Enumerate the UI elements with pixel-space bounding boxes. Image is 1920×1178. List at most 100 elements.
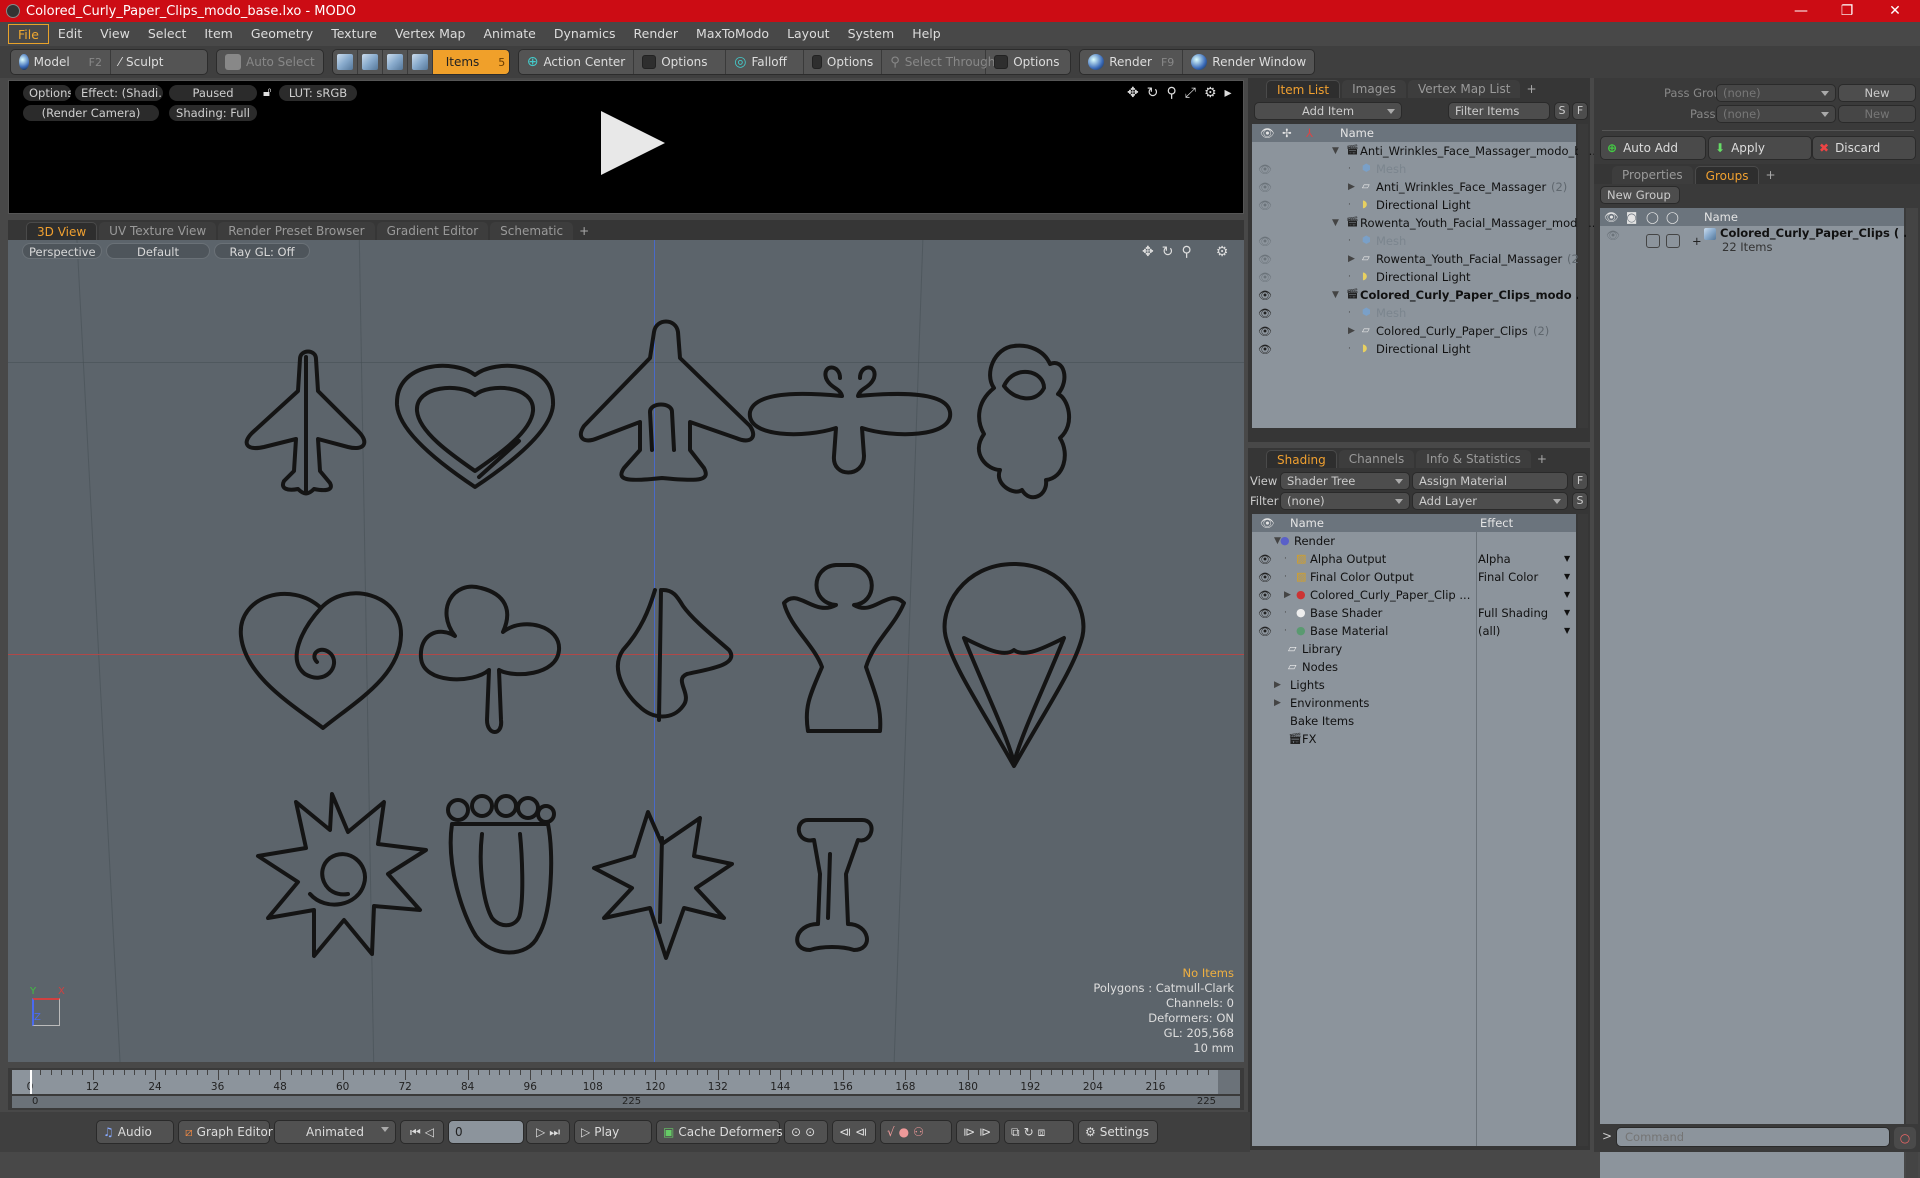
tab-shading[interactable]: Shading (1266, 450, 1337, 468)
go-to-start-icon[interactable]: ⏮ (410, 1121, 421, 1143)
shader-tree-row[interactable]: ▱ Library (1252, 640, 1576, 658)
next-key-buttons[interactable]: ▷ ⏭ (526, 1120, 570, 1144)
menu-view[interactable]: View (91, 24, 139, 44)
shader-tree-scrollbar[interactable] (1578, 514, 1588, 1146)
arrow-right-icon[interactable]: ▸ (1225, 85, 1232, 101)
menu-maxtomodo[interactable]: MaxToModo (687, 24, 778, 44)
expand-arrow-icon[interactable]: ▶ (1284, 586, 1291, 604)
falloff-options-button[interactable]: Options (804, 50, 883, 74)
eye-icon[interactable]: 👁︎ (1258, 623, 1274, 638)
animated-dropdown[interactable]: Animated (274, 1120, 396, 1144)
group-row[interactable]: 👁︎ + Colored_Curly_Paper_Clips ( ... 22 … (1600, 226, 1916, 256)
effect-value[interactable]: Full Shading (1478, 604, 1548, 622)
render-window-button[interactable]: Render Window (1183, 50, 1314, 74)
pass-groups-dropdown[interactable]: (none) (1716, 84, 1836, 102)
eye-icon[interactable]: 👁︎ (1258, 161, 1274, 176)
shader-tree-row[interactable]: 👁︎ · ▨ Final Color Output Final Color ▼ (1252, 568, 1576, 586)
action-center-button[interactable]: ⊕ Action Center (519, 50, 635, 74)
action-center-options-button[interactable]: Options (634, 50, 727, 74)
key-edit-tools[interactable]: ⧉ ↻ ⧈ (1004, 1120, 1074, 1144)
f-button[interactable]: F (1572, 102, 1588, 120)
preview-shading-dropdown[interactable]: Shading: Full (169, 105, 257, 121)
tab-3d-view[interactable]: 3D View (26, 222, 98, 240)
collapse-arrow-icon[interactable]: ▼ (1332, 142, 1339, 160)
shader-tree-row[interactable]: ▶ Lights (1252, 676, 1576, 694)
menu-animate[interactable]: Animate (475, 24, 545, 44)
add-layer-dropdown[interactable]: Add Layer (1412, 492, 1568, 510)
shader-tree-row[interactable]: ▼ ● Render (1252, 532, 1576, 550)
new-pass-button[interactable]: New (1838, 105, 1916, 123)
preview-camera-dropdown[interactable]: (Render Camera) (23, 105, 159, 121)
filter-items-input[interactable]: Filter Items (1448, 102, 1550, 120)
select-through-button[interactable]: ⚲ Select Through (882, 50, 995, 74)
effect-dropdown-arrow-icon[interactable]: ▼ (1564, 604, 1570, 622)
view-dropdown[interactable]: Shader Tree (1280, 472, 1410, 490)
eye-icon[interactable]: 👁︎ (1258, 251, 1274, 266)
menu-geometry[interactable]: Geometry (242, 24, 322, 44)
cache-deformers-button[interactable]: ▣ Cache Deformers (656, 1120, 783, 1144)
materials-mode-button[interactable] (408, 50, 433, 74)
eye-icon[interactable]: 👁︎ (1258, 341, 1274, 356)
maximize-button[interactable]: ❐ (1824, 0, 1870, 22)
shader-tree-row[interactable]: 👁︎ · ▨ Alpha Output Alpha ▼ (1252, 550, 1576, 568)
play-preview-icon[interactable] (601, 111, 665, 175)
eye-icon[interactable]: 👁︎ (1258, 569, 1274, 584)
expand-arrow-icon[interactable]: ▶ (1274, 694, 1281, 712)
tab-properties[interactable]: Properties (1612, 166, 1693, 184)
tab-vertex-map-list[interactable]: Vertex Map List (1407, 80, 1521, 98)
effect-value[interactable]: Final Color (1478, 568, 1538, 586)
tab-render-preset-browser[interactable]: Render Preset Browser (218, 222, 375, 240)
assign-material-button[interactable]: Assign Material (1412, 472, 1568, 490)
preview-options-button[interactable]: Options (23, 85, 71, 101)
effect-dropdown-arrow-icon[interactable]: ▼ (1564, 550, 1570, 568)
eye-icon[interactable]: 👁︎ (1606, 227, 1622, 242)
zoom-icon[interactable]: ⚲ (1166, 85, 1176, 101)
item-list-scrollbar[interactable] (1578, 124, 1588, 428)
menu-file[interactable]: File (8, 24, 49, 44)
menu-dynamics[interactable]: Dynamics (545, 24, 625, 44)
expand-plus-icon[interactable]: + (1692, 232, 1702, 250)
settings-button[interactable]: ⚙ Settings (1078, 1120, 1158, 1144)
item-list-row[interactable]: 👁︎ · ⬢ Mesh (1252, 232, 1576, 250)
shader-tree-row[interactable]: Bake Items (1252, 712, 1576, 730)
effect-column-header[interactable]: Effect (1480, 514, 1513, 532)
items-mode-button[interactable]: Items 5 (432, 50, 509, 74)
shader-tree-row[interactable]: ▶ Environments (1252, 694, 1576, 712)
passes-dropdown[interactable]: (none) (1716, 105, 1836, 123)
f-button[interactable]: F (1572, 472, 1588, 490)
shader-tree-row[interactable]: 👁︎ ▶ ● Colored_Curly_Paper_Clip ... ▼ (1252, 586, 1576, 604)
eye-icon[interactable]: 👁︎ (1258, 551, 1274, 566)
frame-input[interactable]: 0 (448, 1120, 524, 1144)
preview-effect-dropdown[interactable]: Effect: (Shadi... (75, 85, 163, 101)
item-list-row[interactable]: 👁︎ · ⬢ Mesh (1252, 304, 1576, 322)
eye-icon[interactable]: 👁︎ (1258, 179, 1274, 194)
menu-vertex-map[interactable]: Vertex Map (386, 24, 475, 44)
shader-tree-row[interactable]: ▱ Nodes (1252, 658, 1576, 676)
menu-render[interactable]: Render (625, 24, 688, 44)
curve-icon[interactable]: √ (887, 1121, 895, 1143)
model-button[interactable]: Model F2 (11, 50, 111, 74)
expand-arrow-icon[interactable]: ▶ (1348, 178, 1355, 196)
play-button[interactable]: ▷ Play (574, 1120, 652, 1144)
current-frame-marker[interactable] (30, 1070, 32, 1094)
auto-add-button[interactable]: ⊕ Auto Add (1600, 136, 1706, 160)
lock-open-icon[interactable]: 🔓︎ (263, 85, 271, 100)
effect-dropdown-arrow-icon[interactable]: ▼ (1564, 622, 1570, 640)
item-list-row[interactable]: 👁︎ ▼ 🎬︎ Colored_Curly_Paper_Clips_modo ... (1252, 286, 1589, 304)
tab-channels[interactable]: Channels (1338, 450, 1415, 468)
auto-key-icon[interactable]: ⚇ (913, 1121, 924, 1143)
next-key-icon[interactable]: ⧐ (963, 1121, 975, 1143)
edges-mode-button[interactable] (358, 50, 383, 74)
effect-dropdown-arrow-icon[interactable]: ▼ (1564, 586, 1570, 604)
tab-schematic[interactable]: Schematic (490, 222, 574, 240)
vertices-mode-button[interactable] (333, 50, 358, 74)
collapse-arrow-icon[interactable]: ▼ (1332, 214, 1339, 232)
key-copy-icon[interactable]: ⧉ (1011, 1121, 1020, 1143)
add-tab-button[interactable]: + (1761, 166, 1779, 184)
add-item-dropdown[interactable]: Add Item (1254, 102, 1402, 120)
tab-info-statistics[interactable]: Info & Statistics (1416, 450, 1531, 468)
key-nav-prev[interactable]: ⧏ ⧏ (832, 1120, 876, 1144)
expand-arrow-icon[interactable]: ▶ (1348, 250, 1355, 268)
record-icon[interactable]: ● (899, 1121, 909, 1143)
eye-icon[interactable]: 👁︎ (1258, 287, 1274, 302)
